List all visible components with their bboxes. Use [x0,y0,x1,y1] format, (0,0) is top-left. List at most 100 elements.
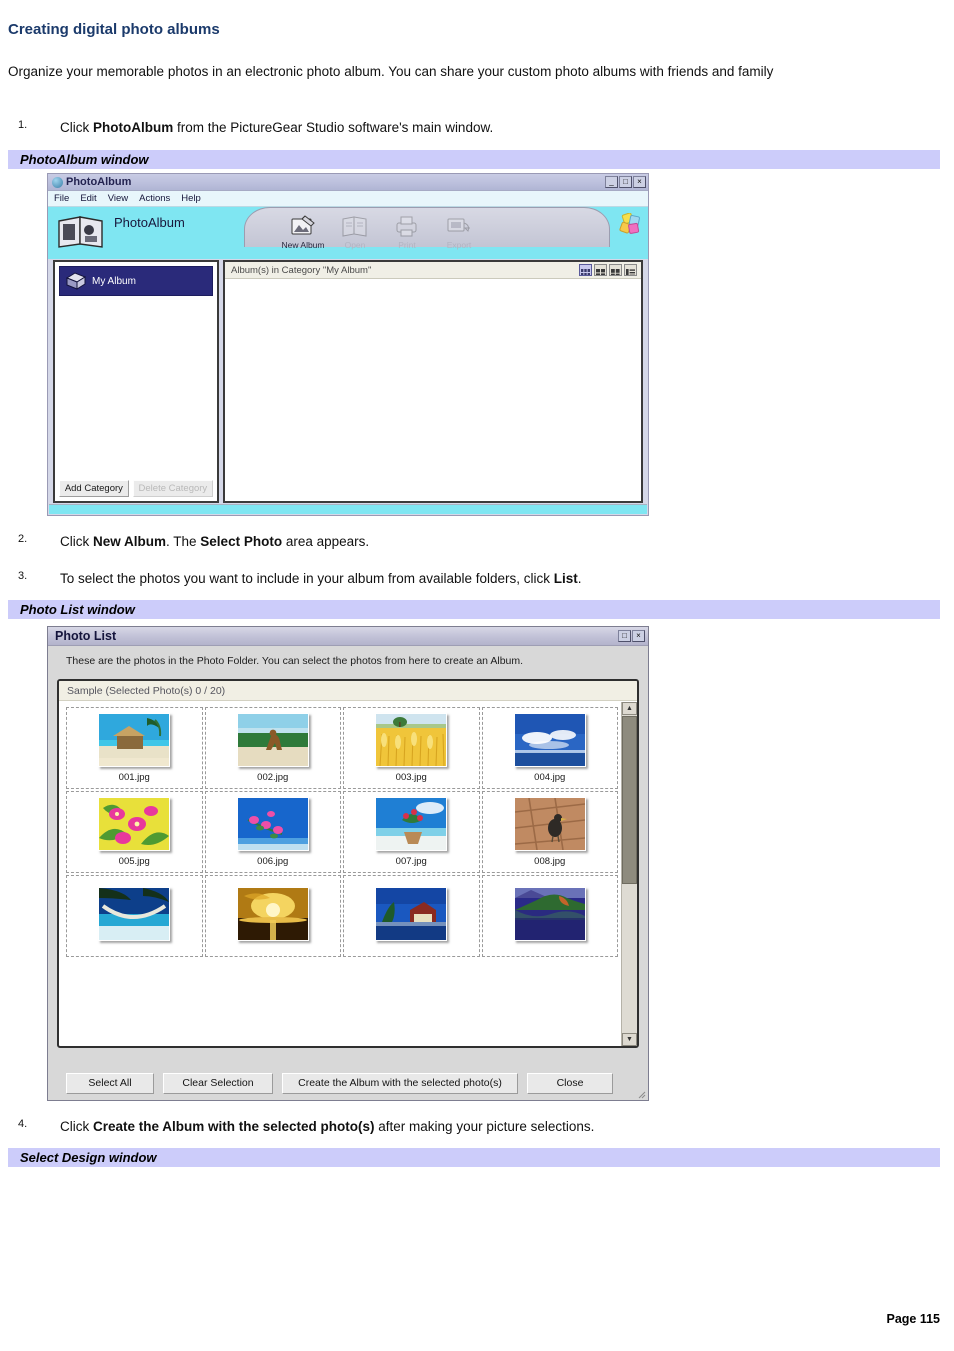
list-item[interactable]: 004.jpg [481,707,618,789]
maximize-icon[interactable]: □ [618,630,631,642]
toolbar-new-album[interactable]: New Album [276,213,330,250]
photoalbum-menubar: File Edit View Actions Help [48,191,648,207]
photo-thumbnail-001[interactable] [98,713,171,767]
menu-view[interactable]: View [108,193,128,204]
page-title: Creating digital photo albums [8,21,220,38]
step-4: 4. Click Create the Album with the selec… [18,1118,918,1136]
step-1-number: 1. [18,119,28,131]
list-item[interactable] [343,875,480,957]
photo-name: 008.jpg [534,856,566,867]
view-list-icon[interactable] [624,264,637,276]
photo-list-titlebar: Photo List □ × [48,627,648,646]
photo-thumbnail-009[interactable] [98,886,171,941]
photo-thumbnail-003[interactable] [375,713,448,767]
photo-thumbnail-010[interactable] [236,886,309,941]
step-3: 3. To select the photos you want to incl… [18,570,918,588]
photo-folder-header: Sample (Selected Photo(s) 0 / 20) [59,681,637,701]
menu-actions[interactable]: Actions [139,193,170,204]
caption-select-design-window: Select Design window [8,1148,940,1167]
list-item[interactable]: 002.jpg [204,707,341,789]
photo-thumbnail-002[interactable] [236,713,309,767]
photo-name: 007.jpg [395,856,427,867]
close-button[interactable]: Close [527,1072,613,1094]
toolbar-export-label: Export [446,240,472,250]
photo-list-window-controls: □ × [618,630,645,642]
photoalbum-album-area: Album(s) in Category "My Album" [223,260,643,503]
list-item[interactable]: 008.jpg [481,791,618,873]
photo-thumbnail-008[interactable] [513,797,586,851]
photoalbum-app-icon [52,176,63,188]
photoalbum-titlebar: PhotoAlbum _ □ × [48,174,648,191]
page-number: Page 115 [886,1312,940,1326]
minimize-icon[interactable]: _ [605,176,618,188]
list-item[interactable]: 005.jpg [66,791,203,873]
view-large-icon[interactable] [579,264,592,276]
menu-edit[interactable]: Edit [80,193,96,204]
photo-name: 004.jpg [534,772,566,783]
album-area-header: Album(s) in Category "My Album" [225,262,641,279]
menu-help[interactable]: Help [181,193,201,204]
step-2: 2. Click New Album. The Select Photo are… [18,533,918,551]
add-category-button[interactable]: Add Category [59,480,129,497]
step-3-text: To select the photos you want to include… [60,571,582,586]
view-tile-icon[interactable] [609,264,622,276]
pictures-corner-icon[interactable] [617,213,643,237]
photo-thumbnail-006[interactable] [236,797,309,851]
toolbar-open[interactable]: Open [328,213,382,250]
category-buttons: Add Category Delete Category [55,480,217,497]
select-all-button[interactable]: Select All [66,1072,154,1094]
list-item[interactable] [66,875,203,957]
clear-selection-button[interactable]: Clear Selection [163,1072,273,1094]
view-mode-buttons [579,264,637,276]
photo-name: 005.jpg [118,856,150,867]
scrollbar-thumb[interactable] [622,716,637,884]
maximize-icon[interactable]: □ [619,176,632,188]
menu-file[interactable]: File [54,193,69,204]
view-grid-icon[interactable] [594,264,607,276]
photo-thumbnail-011[interactable] [375,886,448,941]
photoalbum-title: PhotoAlbum [66,176,132,188]
list-item[interactable]: 006.jpg [204,791,341,873]
sidebar-item-my-album[interactable]: My Album [59,266,213,296]
photoalbum-banner-label: PhotoAlbum [114,215,185,230]
list-item[interactable]: 007.jpg [343,791,480,873]
caption-photo-list-window: Photo List window [8,600,940,619]
step-1: 1. Click PhotoAlbum from the PictureGear… [18,119,918,137]
step-4-text: Click Create the Album with the selected… [60,1119,595,1134]
photo-grid: 001.jpg 002.jpg 003.jpg 004.jpg 005.jpg … [59,702,621,1046]
photo-list-title: Photo List [55,629,117,643]
open-icon [328,213,382,239]
photo-grid-scrollbar[interactable]: ▲ ▼ [621,702,637,1046]
list-item[interactable] [481,875,618,957]
photo-name: 006.jpg [257,856,289,867]
list-item[interactable] [204,875,341,957]
create-album-button[interactable]: Create the Album with the selected photo… [282,1072,518,1094]
list-item[interactable]: 001.jpg [66,707,203,789]
delete-category-button[interactable]: Delete Category [132,480,213,497]
photo-thumbnail-007[interactable] [375,797,448,851]
list-item[interactable]: 003.jpg [343,707,480,789]
close-icon[interactable]: × [633,176,646,188]
photoalbum-window-controls: _ □ × [605,176,646,188]
toolbar-export[interactable]: Export [432,213,486,250]
photo-thumbnail-012[interactable] [513,886,586,941]
photo-thumbnail-005[interactable] [98,797,171,851]
intro-paragraph: Organize your memorable photos in an ele… [8,64,774,79]
step-2-number: 2. [18,533,28,545]
toolbar-print[interactable]: Print [380,213,434,250]
close-icon[interactable]: × [632,630,645,642]
sidebar-item-my-album-label: My Album [92,275,136,287]
scroll-down-icon[interactable]: ▼ [622,1033,637,1046]
print-icon [380,213,434,239]
resize-grip-icon[interactable] [636,1089,646,1099]
photoalbum-body: My Album Add Category Delete Category Al… [53,260,643,503]
photo-name: 001.jpg [118,772,150,783]
scroll-up-icon[interactable]: ▲ [622,702,637,715]
photoalbum-window: PhotoAlbum _ □ × File Edit View Actions … [47,173,649,516]
photo-name: 003.jpg [395,772,427,783]
photoalbum-banner: PhotoAlbum New Album Open Print Export [48,207,648,259]
album-box-icon [65,272,87,290]
toolbar-new-album-label: New Album [281,240,325,250]
photo-thumbnail-004[interactable] [513,713,586,767]
photo-grid-wrapper: 001.jpg 002.jpg 003.jpg 004.jpg 005.jpg … [59,702,637,1046]
